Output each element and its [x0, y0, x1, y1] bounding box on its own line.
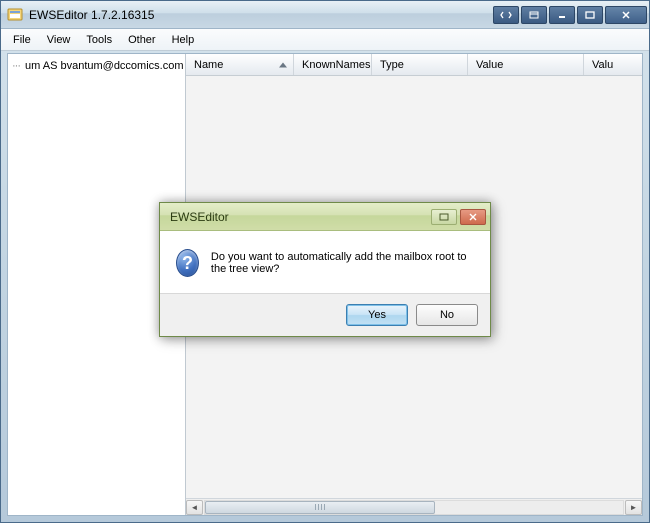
menubar: File View Tools Other Help	[1, 29, 649, 51]
window-buttons	[493, 6, 647, 24]
yes-button[interactable]: Yes	[346, 304, 408, 326]
tree-expander-icon: ···	[12, 60, 20, 72]
menu-file[interactable]: File	[5, 31, 39, 49]
tree-item-label: um AS bvantum@dccomics.com	[25, 60, 184, 72]
titlebar[interactable]: EWSEditor 1.7.2.16315	[1, 1, 649, 29]
column-value[interactable]: Value	[468, 54, 584, 75]
column-name[interactable]: Name	[186, 54, 294, 75]
question-icon: ?	[176, 249, 199, 277]
minimize2-button[interactable]	[521, 6, 547, 24]
dialog-titlebar[interactable]: EWSEditor	[160, 203, 490, 231]
close-button[interactable]	[605, 6, 647, 24]
no-button[interactable]: No	[416, 304, 478, 326]
dialog-close-button[interactable]	[460, 209, 486, 225]
menu-other[interactable]: Other	[120, 31, 164, 49]
scroll-track[interactable]	[204, 500, 624, 515]
menu-view[interactable]: View	[39, 31, 79, 49]
minimize-button[interactable]	[549, 6, 575, 24]
menu-help[interactable]: Help	[164, 31, 203, 49]
maximize-button[interactable]	[577, 6, 603, 24]
dialog-body: ? Do you want to automatically add the m…	[160, 231, 490, 293]
scroll-right-icon[interactable]: ►	[625, 500, 642, 515]
scroll-left-icon[interactable]: ◄	[186, 500, 203, 515]
column-knownnames[interactable]: KnownNames	[294, 54, 372, 75]
column-type[interactable]: Type	[372, 54, 468, 75]
list-header: Name KnownNames Type Value Valu	[186, 54, 642, 76]
tree-item-mailbox[interactable]: ··· um AS bvantum@dccomics.com	[10, 58, 183, 74]
confirm-dialog: EWSEditor ? Do you want to automatically…	[159, 202, 491, 337]
scroll-thumb[interactable]	[205, 501, 435, 514]
menu-tools[interactable]: Tools	[78, 31, 120, 49]
dialog-buttons: Yes No	[160, 293, 490, 336]
horizontal-scrollbar[interactable]: ◄ ►	[186, 498, 642, 515]
dialog-message: Do you want to automatically add the mai…	[211, 251, 474, 275]
app-icon	[7, 7, 23, 23]
column-value2[interactable]: Valu	[584, 54, 642, 75]
window-title: EWSEditor 1.7.2.16315	[29, 8, 493, 22]
dialog-title: EWSEditor	[170, 210, 428, 224]
dialog-help-button[interactable]	[431, 209, 457, 225]
compat-button[interactable]	[493, 6, 519, 24]
